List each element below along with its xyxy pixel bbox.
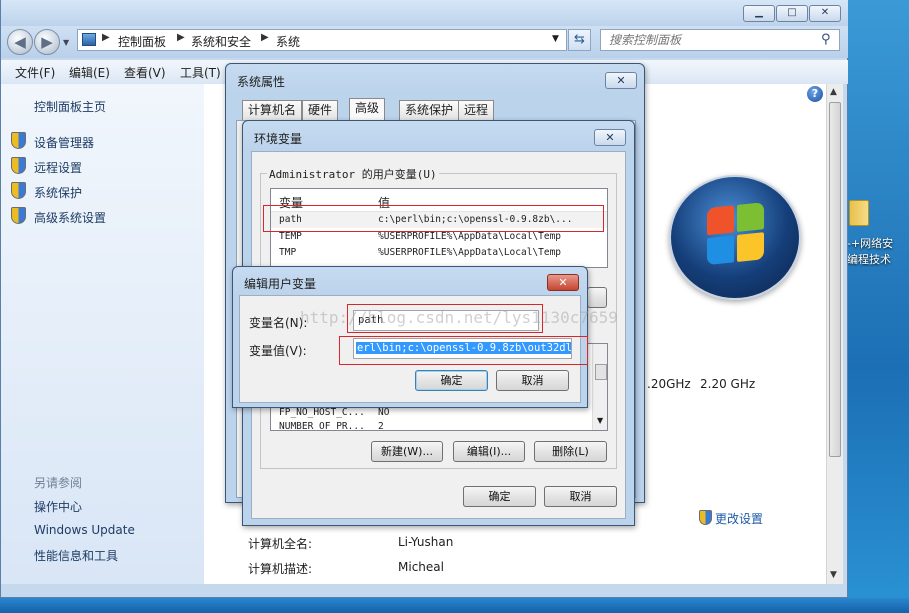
menu-view[interactable]: 查看(V) [124, 64, 166, 81]
user-variables-button-partial[interactable] [587, 287, 607, 308]
computer-description-label: 计算机描述: [248, 562, 313, 576]
row-variable-name: NUMBER_OF_PR... [279, 421, 365, 431]
search-input[interactable] [609, 33, 819, 47]
tab-system-protection[interactable]: 系统保护 [399, 100, 460, 120]
shield-icon [11, 207, 26, 224]
dialog-title: 系统属性 [237, 75, 286, 89]
variable-value-label: 变量值(V): [249, 344, 307, 358]
scroll-down-icon[interactable]: ▼ [830, 570, 837, 580]
dialog-title: 环境变量 [254, 132, 303, 146]
breadcrumb-separator-icon[interactable]: ▶ [102, 32, 110, 43]
tab-computer-name[interactable]: 计算机名 [242, 100, 303, 120]
breadcrumb-system[interactable]: 系统 [276, 33, 300, 50]
path-row-highlight [263, 205, 604, 232]
refresh-icon[interactable]: ⇆ [568, 29, 591, 51]
row-variable-value: %USERPROFILE%\AppData\Local\Temp [378, 247, 562, 258]
desktop-label-line2: 编程技术 [847, 253, 891, 266]
close-button[interactable]: ✕ [605, 72, 637, 89]
close-button[interactable]: ✕ [809, 5, 841, 22]
cpu-speed: 2.20 GHz [700, 377, 756, 391]
scrollbar-thumb[interactable] [595, 364, 607, 380]
computer-full-name-label: 计算机全名: [248, 537, 313, 551]
new-variable-button[interactable]: 新建(W)... [371, 441, 443, 462]
scrollbar-thumb[interactable] [829, 102, 841, 457]
recent-pages-chevron-icon[interactable]: ▼ [63, 38, 69, 47]
windows-logo-icon [669, 175, 801, 300]
sidebar-item-device-manager[interactable]: 设备管理器 [34, 134, 94, 151]
maximize-button[interactable]: □ [776, 5, 808, 22]
desktop-label-line1: -+网络安 [847, 237, 894, 250]
table-row[interactable]: TMP %USERPROFILE%\AppData\Local\Temp [271, 245, 607, 261]
forward-icon[interactable]: ▶ [34, 29, 60, 55]
delete-variable-button[interactable]: 删除(L) [534, 441, 607, 462]
desktop-bottom-strip [0, 598, 909, 613]
title-bar[interactable]: ▁ □ ✕ [1, 0, 848, 26]
close-button[interactable]: ✕ [594, 129, 626, 146]
sidebar-item-windows-update[interactable]: Windows Update [34, 523, 135, 537]
edit-cancel-button[interactable]: 取消 [496, 370, 569, 391]
edit-ok-button[interactable]: 确定 [415, 370, 488, 391]
change-settings-link[interactable]: 更改设置 [699, 510, 763, 527]
list-scrollbar[interactable]: ▼ [592, 344, 607, 430]
user-variables-label: Administrator 的用户变量(U) [267, 166, 439, 182]
tab-remote[interactable]: 远程 [458, 100, 495, 120]
tab-advanced[interactable]: 高级 [349, 98, 386, 121]
sidebar-item-performance[interactable]: 性能信息和工具 [34, 547, 118, 564]
vertical-scrollbar[interactable]: ▲ ▼ [826, 84, 843, 584]
sidebar-item-action-center[interactable]: 操作中心 [34, 498, 82, 515]
breadcrumb-system-security[interactable]: 系统和安全 [191, 33, 251, 50]
sidebar: 控制面板主页 设备管理器 远程设置 系统保护 高级系统设置 另请参阅 操作中心 … [1, 84, 204, 584]
value-field-highlight [339, 336, 588, 365]
edit-variable-button[interactable]: 编辑(I)... [453, 441, 525, 462]
row-variable-name: TEMP [279, 231, 302, 242]
minimize-button[interactable]: ▁ [743, 5, 775, 22]
breadcrumb-control-panel[interactable]: 控制面板 [118, 33, 166, 50]
close-button[interactable]: ✕ [547, 274, 579, 291]
menu-edit[interactable]: 编辑(E) [69, 64, 110, 81]
sysprops-cancel-button[interactable]: 取消 [544, 486, 617, 507]
address-dropdown-icon[interactable]: ▼ [552, 34, 559, 44]
tab-hardware[interactable]: 硬件 [302, 100, 339, 120]
table-row[interactable]: FP_NO_HOST_C... NO [271, 406, 591, 420]
computer-description-value: Micheal [398, 560, 444, 574]
sidebar-item-advanced[interactable]: 高级系统设置 [34, 209, 106, 226]
shield-icon [11, 157, 26, 174]
breadcrumb-separator-icon[interactable]: ▶ [261, 32, 269, 43]
variable-name-label: 变量名(N): [249, 316, 308, 330]
back-icon[interactable]: ◀ [7, 29, 33, 55]
shield-icon [699, 510, 712, 525]
search-box[interactable]: ⚲ [600, 29, 840, 51]
scroll-up-icon[interactable]: ▲ [830, 87, 837, 97]
computer-full-name-value: Li-Yushan [398, 535, 454, 549]
cpu-speed-partial: .20GHz [647, 377, 691, 391]
desktop-item-label[interactable]: -+网络安 编程技术 [847, 236, 909, 268]
row-variable-value: NO [378, 407, 390, 418]
sysprops-ok-button[interactable]: 确定 [463, 486, 536, 507]
shield-icon [11, 182, 26, 199]
see-also-heading: 另请参阅 [34, 476, 83, 490]
sidebar-item-remote[interactable]: 远程设置 [34, 159, 82, 176]
watermark: http://blog.csdn.net/lys1130c7659 [300, 308, 618, 327]
control-panel-icon [82, 33, 96, 46]
shield-icon [11, 132, 26, 149]
change-settings-label: 更改设置 [715, 512, 764, 526]
table-row[interactable]: NUMBER_OF_PR... 2 [271, 420, 591, 431]
menu-tools[interactable]: 工具(T) [180, 64, 221, 81]
folder-icon[interactable] [847, 196, 871, 228]
address-bar[interactable]: ▶ 控制面板 ▶ 系统和安全 ▶ 系统 ▼ [77, 29, 567, 51]
search-icon[interactable]: ⚲ [821, 32, 831, 47]
help-icon[interactable]: ? [807, 86, 823, 102]
row-variable-name: TMP [279, 247, 297, 258]
row-variable-value: 2 [378, 421, 384, 431]
menu-file[interactable]: 文件(F) [15, 64, 55, 81]
row-variable-name: FP_NO_HOST_C... [279, 407, 365, 418]
sidebar-item-protection[interactable]: 系统保护 [34, 184, 82, 201]
breadcrumb-separator-icon[interactable]: ▶ [177, 32, 185, 43]
row-variable-value: %USERPROFILE%\AppData\Local\Temp [378, 231, 562, 242]
sidebar-item-home[interactable]: 控制面板主页 [34, 98, 106, 115]
scroll-down-icon[interactable]: ▼ [597, 416, 603, 425]
dialog-title: 编辑用户变量 [244, 277, 317, 291]
